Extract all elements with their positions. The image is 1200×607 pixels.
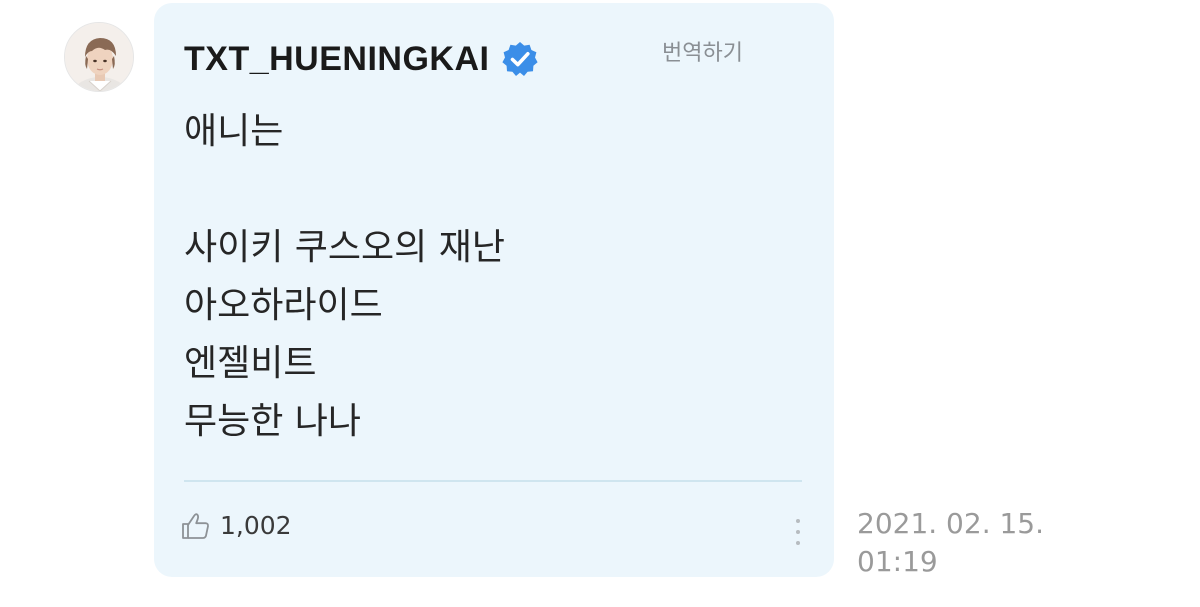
message-line xyxy=(184,161,505,219)
chat-screen: TXT_HUENINGKAI 번역하기 애니는 사이키 쿠스오의 재난 아오하라… xyxy=(0,0,1200,607)
like-button[interactable]: 1,002 xyxy=(180,509,292,543)
message-line: 엔젤비트 xyxy=(184,343,317,384)
like-count: 1,002 xyxy=(220,511,292,540)
divider xyxy=(184,480,802,482)
username[interactable]: TXT_HUENINGKAI xyxy=(184,39,489,79)
translate-button[interactable]: 번역하기 xyxy=(662,39,743,69)
verified-badge-icon xyxy=(501,40,539,78)
timestamp-time: 01:19 xyxy=(857,545,938,578)
more-options-button[interactable] xyxy=(790,515,806,549)
message-bubble: TXT_HUENINGKAI 번역하기 애니는 사이키 쿠스오의 재난 아오하라… xyxy=(154,3,834,577)
timestamp: 2021. 02. 15. 01:19 xyxy=(857,505,1044,581)
message-text: 애니는 사이키 쿠스오의 재난 아오하라이드 엔젤비트 무능한 나나 xyxy=(184,103,505,451)
timestamp-date: 2021. 02. 15. xyxy=(857,507,1045,540)
message-line: 아오하라이드 xyxy=(184,285,383,326)
message-line: 무능한 나나 xyxy=(184,401,362,442)
thumbs-up-icon xyxy=(180,510,212,542)
avatar-portrait-icon xyxy=(65,23,133,91)
avatar[interactable] xyxy=(64,22,134,92)
message-line: 애니는 xyxy=(184,111,284,152)
message-line: 사이키 쿠스오의 재난 xyxy=(184,227,505,268)
author-row: TXT_HUENINGKAI xyxy=(184,39,539,79)
